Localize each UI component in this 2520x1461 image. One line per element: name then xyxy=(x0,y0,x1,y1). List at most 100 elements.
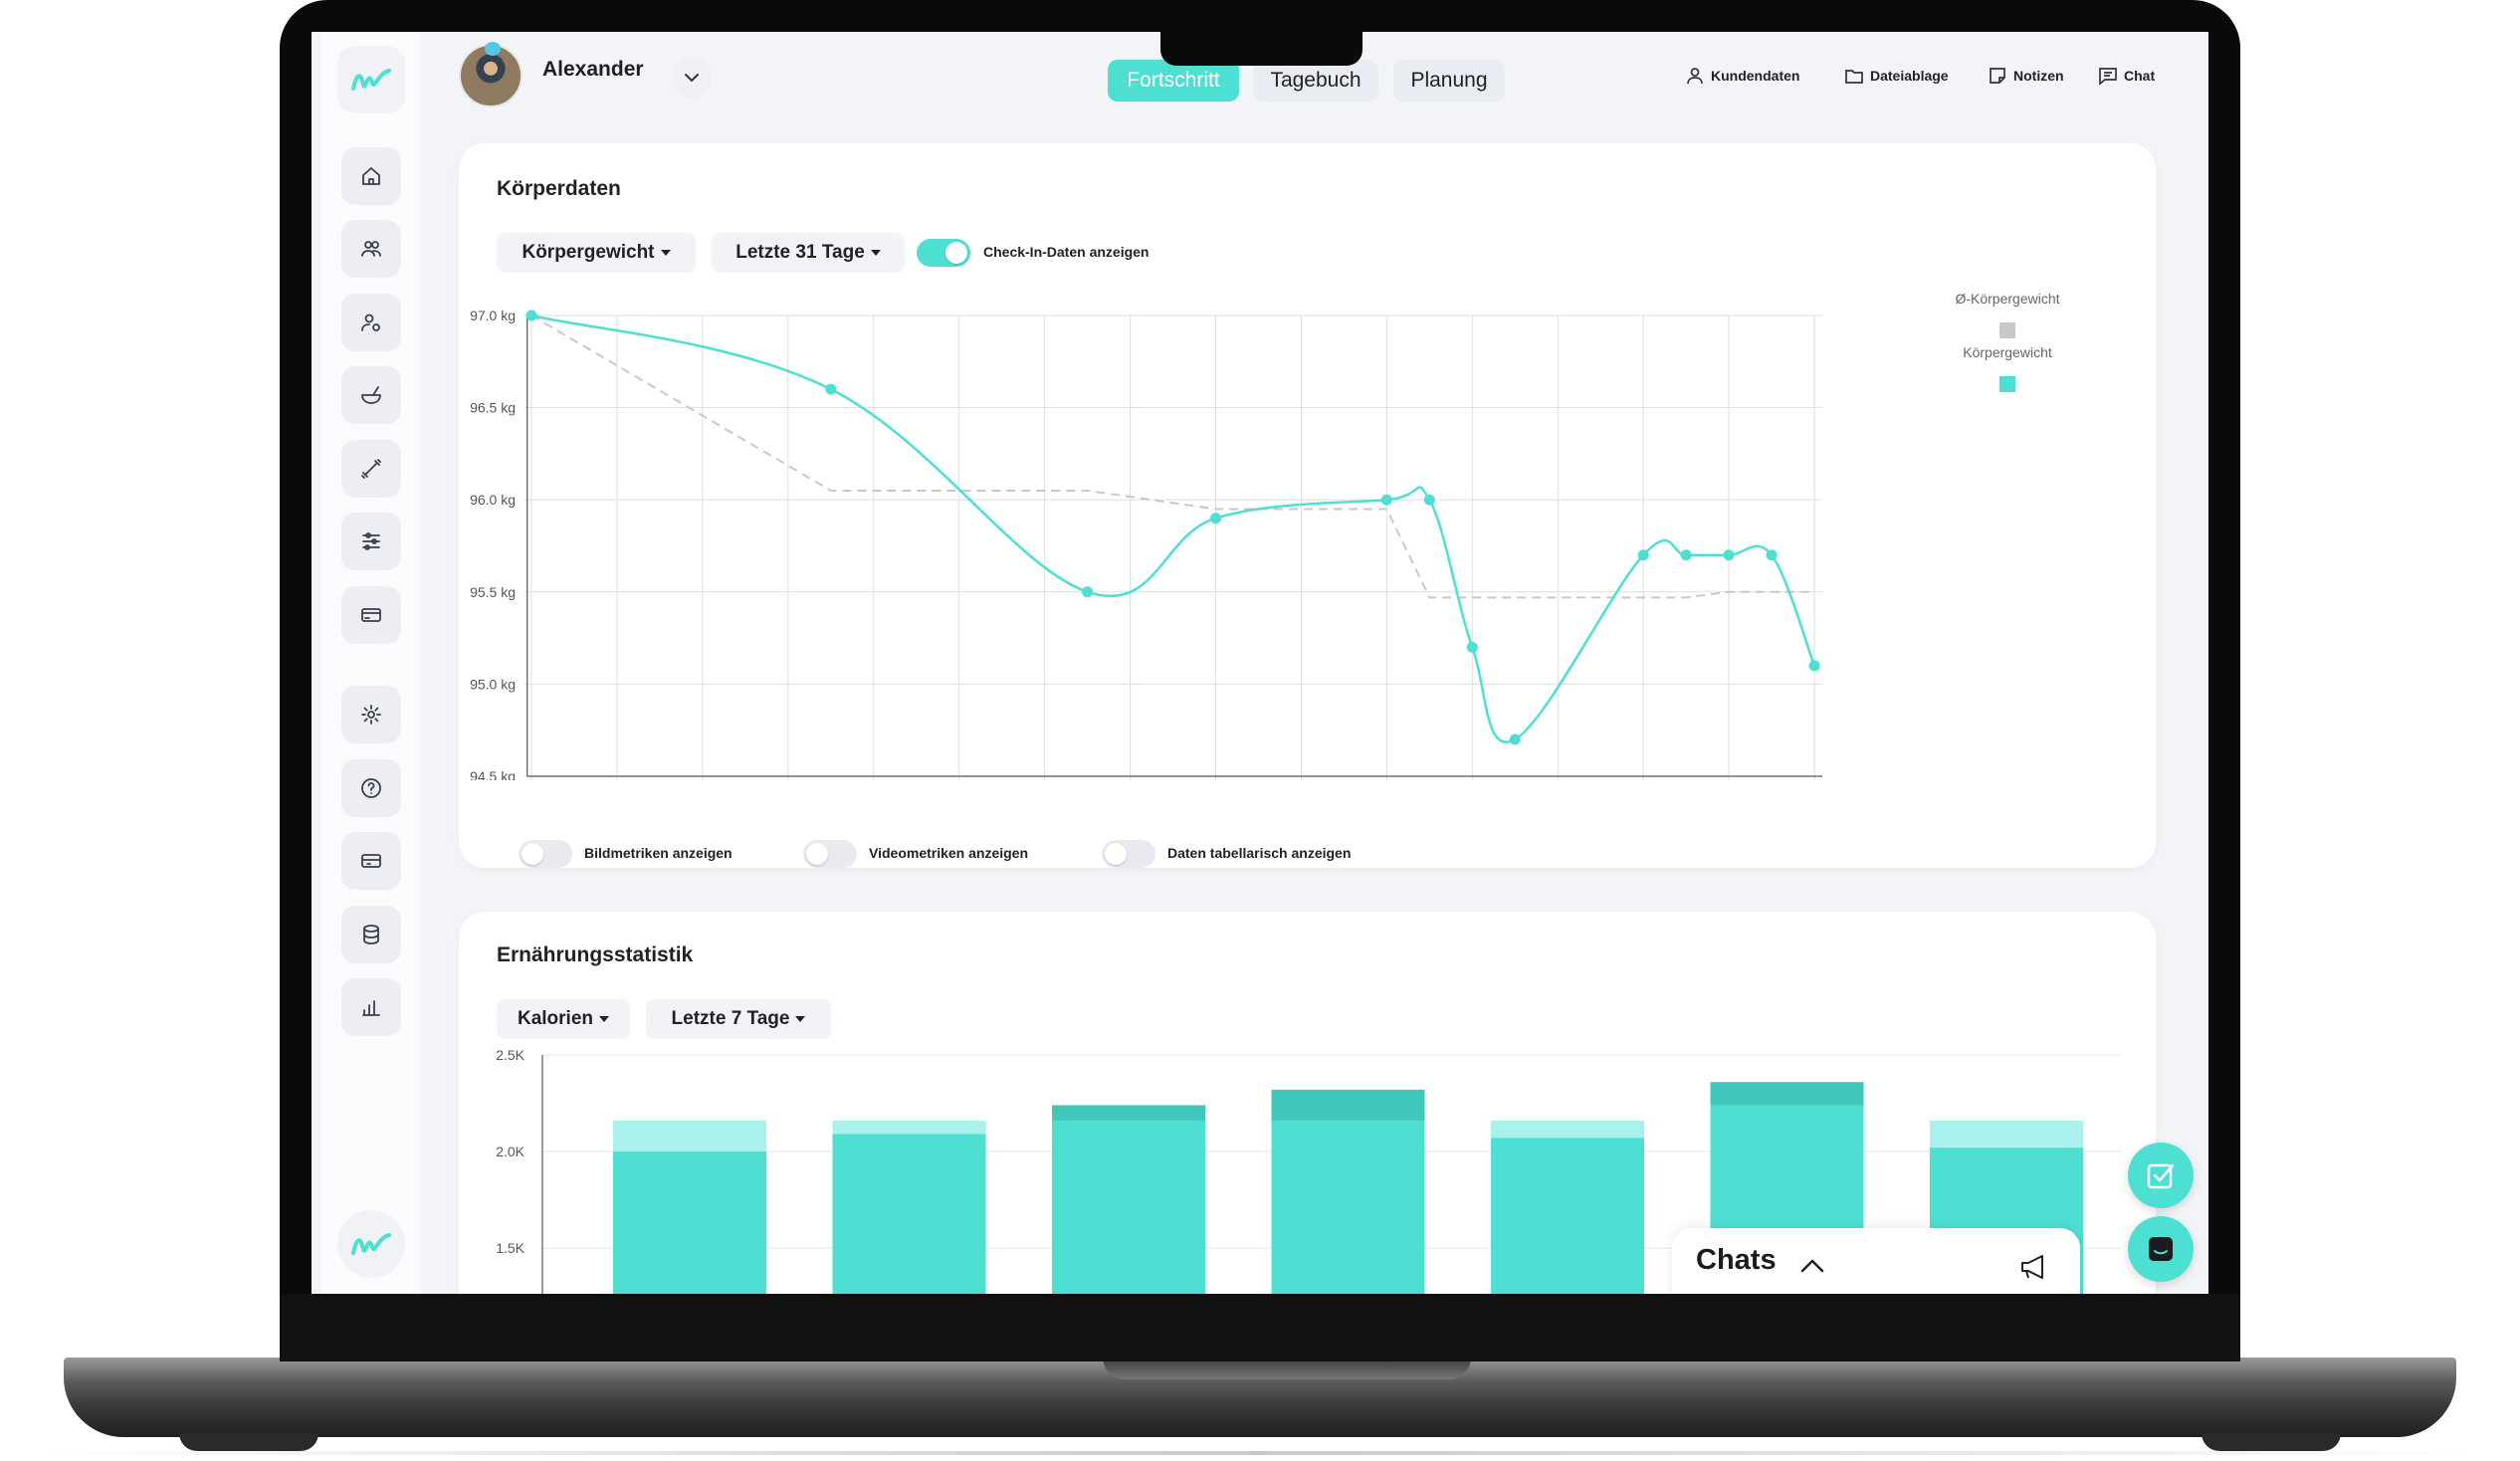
screen-bezel xyxy=(280,1294,2240,1361)
nav-filters[interactable] xyxy=(341,513,401,570)
kundendaten-label: Kundendaten xyxy=(1711,68,1800,84)
nav-tickets[interactable] xyxy=(341,832,401,890)
chat-link[interactable]: Chat xyxy=(2098,66,2155,86)
dumbbell-icon xyxy=(361,459,381,479)
y-tick-label: 96.0 kg xyxy=(470,492,516,508)
chevron-up-icon[interactable] xyxy=(1799,1256,1825,1276)
y-tick-label: 96.5 kg xyxy=(470,400,516,416)
chats-panel[interactable]: Chats xyxy=(1672,1228,2080,1294)
legend-swatch-weight xyxy=(1999,376,2015,392)
video-toggle-label: Videometriken anzeigen xyxy=(869,845,1029,861)
data-point xyxy=(825,383,837,395)
credit-card-icon xyxy=(361,608,381,622)
app-screen: Alexander Fortschritt Tagebuch Planung K… xyxy=(312,32,2208,1294)
bar-segment-base xyxy=(613,1151,766,1294)
chat-bubble-icon xyxy=(2149,1237,2173,1261)
app-logo[interactable] xyxy=(337,46,405,113)
data-point xyxy=(1082,586,1094,598)
sidebar xyxy=(321,32,421,1294)
laptop-shadow xyxy=(40,1451,2480,1455)
nutrition-bowl-icon xyxy=(361,386,381,404)
notizen-link[interactable]: Notizen xyxy=(1988,66,2064,86)
tasks-button[interactable] xyxy=(2128,1143,2194,1208)
status-dot xyxy=(485,42,501,56)
data-point xyxy=(1637,549,1649,561)
legend-swatch-avg xyxy=(1999,322,2015,338)
series-line-weight xyxy=(530,313,1816,743)
dateiablage-label: Dateiablage xyxy=(1870,68,1949,84)
data-point xyxy=(1723,549,1735,561)
bar-segment-top xyxy=(1491,1120,1644,1139)
weight-chart: 97.0 kg 96.5 kg 96.0 kg 95.5 kg 95.0 kg 94.5 … xyxy=(470,291,2060,780)
bar-chart-icon xyxy=(362,1000,380,1016)
nav-help[interactable] xyxy=(341,759,401,817)
gear-icon xyxy=(361,705,381,725)
home-icon xyxy=(362,167,380,185)
checkbox-icon xyxy=(2147,1163,2175,1189)
user-icon xyxy=(1687,68,1703,85)
y-tick-label: 94.5 kg xyxy=(470,768,516,780)
dateiablage-link[interactable]: Dateiablage xyxy=(1844,66,1949,86)
data-point xyxy=(1766,549,1778,561)
data-point xyxy=(1380,494,1392,506)
database-icon xyxy=(363,925,379,944)
y-tick-label: 2.5K xyxy=(496,1047,525,1063)
tab-tagebuch[interactable]: Tagebuch xyxy=(1253,60,1378,102)
legend-label-weight: Körpergewicht xyxy=(1963,344,2052,360)
data-point xyxy=(1423,494,1435,506)
bild-toggle[interactable] xyxy=(519,840,572,868)
y-tick-label: 1.5K xyxy=(496,1240,525,1256)
data-point xyxy=(1509,733,1521,745)
toggle-knob xyxy=(1105,843,1127,865)
note-icon xyxy=(1990,68,2005,84)
kundendaten-link[interactable]: Kundendaten xyxy=(1685,66,1799,86)
tab-fortschritt[interactable]: Fortschritt xyxy=(1108,60,1239,102)
bar-segment-top xyxy=(1710,1082,1864,1106)
chats-title: Chats xyxy=(1696,1244,1777,1276)
data-point xyxy=(525,310,537,321)
toggle-knob xyxy=(806,843,828,865)
laptop-foot xyxy=(179,1433,318,1451)
bar-segment-base xyxy=(832,1134,986,1294)
tabelle-toggle[interactable] xyxy=(1102,840,1155,868)
data-point xyxy=(1808,660,1820,672)
client-switch-button[interactable] xyxy=(672,58,712,98)
tab-planung[interactable]: Planung xyxy=(1393,60,1505,102)
nav-database[interactable] xyxy=(341,906,401,963)
laptop-mockup: Alexander Fortschritt Tagebuch Planung K… xyxy=(0,0,2520,1461)
bar-segment-top xyxy=(1052,1105,1205,1121)
bar-segment-top xyxy=(613,1120,766,1151)
data-point xyxy=(1466,641,1478,653)
megaphone-icon[interactable] xyxy=(2018,1252,2050,1282)
y-tick-label: 97.0 kg xyxy=(470,308,516,323)
y-tick-label: 2.0K xyxy=(496,1144,525,1159)
bar-segment-base xyxy=(1271,1120,1425,1294)
nav-home[interactable] xyxy=(341,147,401,205)
nav-clients[interactable] xyxy=(341,220,401,278)
client-name[interactable]: Alexander xyxy=(542,58,644,82)
brand-badge xyxy=(337,1210,405,1278)
series-line-avg-weight xyxy=(530,314,1814,599)
bar-segment-base xyxy=(1052,1120,1205,1294)
koerperdaten-card: Körperdaten Körpergewicht Letzte 31 Tage… xyxy=(459,143,2156,868)
video-toggle[interactable] xyxy=(803,840,857,868)
help-icon xyxy=(361,778,381,798)
nav-nutrition[interactable] xyxy=(341,366,401,424)
notizen-label: Notizen xyxy=(2013,68,2064,84)
chevron-down-icon xyxy=(685,74,699,83)
bild-toggle-label: Bildmetriken anzeigen xyxy=(584,845,733,861)
logo-icon xyxy=(351,69,391,91)
legend-label-avg: Ø-Körpergewicht xyxy=(1955,291,2059,307)
users-icon xyxy=(361,241,381,257)
nav-user-settings[interactable] xyxy=(341,294,401,351)
laptop-foot xyxy=(2202,1433,2341,1451)
bar-segment-top xyxy=(1271,1089,1425,1121)
nav-payments[interactable] xyxy=(341,586,401,644)
camera-notch xyxy=(1160,30,1363,66)
nav-statistics[interactable] xyxy=(341,978,401,1036)
messenger-button[interactable] xyxy=(2128,1216,2194,1282)
nav-settings[interactable] xyxy=(341,686,401,743)
data-point xyxy=(1680,549,1692,561)
nav-training[interactable] xyxy=(341,440,401,498)
chat-label: Chat xyxy=(2124,68,2156,84)
